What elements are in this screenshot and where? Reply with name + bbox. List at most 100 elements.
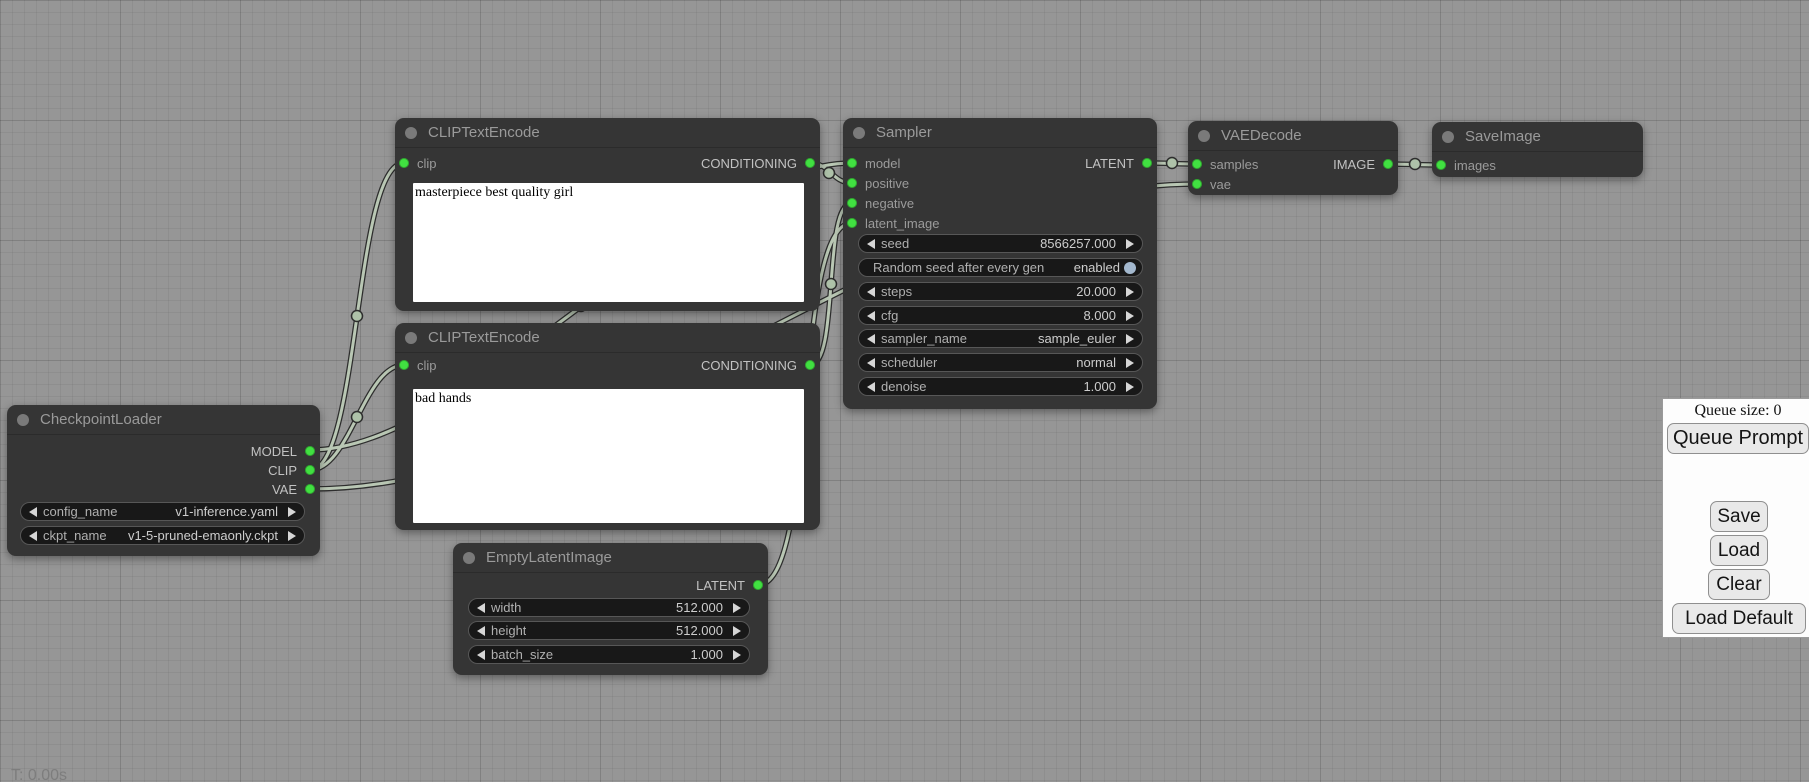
decrement-arrow-icon[interactable] — [867, 358, 875, 368]
increment-arrow-icon[interactable] — [1126, 358, 1134, 368]
node-checkpointloader[interactable]: CheckpointLoader MODEL CLIP VAE config_n… — [7, 405, 320, 556]
node-header[interactable]: CLIPTextEncode — [395, 323, 820, 353]
increment-arrow-icon[interactable] — [288, 507, 296, 517]
decrement-arrow-icon[interactable] — [867, 334, 875, 344]
widget-scheduler[interactable]: scheduler normal — [858, 353, 1143, 372]
clear-button[interactable]: Clear — [1708, 569, 1770, 600]
port-dot-icon[interactable] — [847, 158, 857, 168]
load-default-button[interactable]: Load Default — [1672, 603, 1806, 634]
widget-ckpt-name[interactable]: ckpt_name v1-5-pruned-emaonly.ckpt — [20, 526, 305, 545]
increment-arrow-icon[interactable] — [1126, 382, 1134, 392]
decrement-arrow-icon[interactable] — [867, 382, 875, 392]
increment-arrow-icon[interactable] — [733, 603, 741, 613]
input-port-samples[interactable]: samples — [1192, 155, 1258, 173]
output-port-model[interactable]: MODEL — [251, 442, 315, 460]
port-dot-icon[interactable] — [847, 198, 857, 208]
input-port-vae[interactable]: vae — [1192, 175, 1231, 193]
node-header[interactable]: CheckpointLoader — [7, 405, 320, 435]
output-port-image[interactable]: IMAGE — [1333, 155, 1393, 173]
prompt-textarea[interactable]: bad hands — [413, 389, 804, 523]
widget-denoise[interactable]: denoise 1.000 — [858, 377, 1143, 396]
port-dot-icon[interactable] — [753, 580, 763, 590]
port-dot-icon[interactable] — [847, 178, 857, 188]
node-header[interactable]: EmptyLatentImage — [453, 543, 768, 573]
increment-arrow-icon[interactable] — [1126, 287, 1134, 297]
widget-seed[interactable]: seed 8566257.000 — [858, 234, 1143, 253]
output-port-clip[interactable]: CLIP — [268, 461, 315, 479]
widget-random-seed-toggle[interactable]: Random seed after every gen enabled — [858, 258, 1143, 277]
increment-arrow-icon[interactable] — [733, 650, 741, 660]
increment-arrow-icon[interactable] — [1126, 239, 1134, 249]
input-port-clip[interactable]: clip — [399, 154, 437, 172]
collapse-dot-icon[interactable] — [1198, 130, 1210, 142]
decrement-arrow-icon[interactable] — [477, 650, 485, 660]
collapse-dot-icon[interactable] — [17, 414, 29, 426]
port-dot-icon[interactable] — [805, 360, 815, 370]
node-header[interactable]: SaveImage — [1432, 122, 1643, 152]
collapse-dot-icon[interactable] — [405, 127, 417, 139]
port-dot-icon[interactable] — [305, 446, 315, 456]
node-saveimage[interactable]: SaveImage images — [1432, 122, 1643, 177]
widget-width[interactable]: width 512.000 — [468, 598, 750, 617]
output-port-latent[interactable]: LATENT — [1085, 154, 1152, 172]
node-header[interactable]: CLIPTextEncode — [395, 118, 820, 148]
queue-prompt-button[interactable]: Queue Prompt — [1667, 423, 1809, 454]
increment-arrow-icon[interactable] — [1126, 334, 1134, 344]
input-port-model[interactable]: model — [847, 154, 900, 172]
increment-arrow-icon[interactable] — [733, 626, 741, 636]
port-dot-icon[interactable] — [805, 158, 815, 168]
widget-steps[interactable]: steps 20.000 — [858, 282, 1143, 301]
port-dot-icon[interactable] — [1192, 159, 1202, 169]
input-port-positive[interactable]: positive — [847, 174, 909, 192]
port-dot-icon[interactable] — [1192, 179, 1202, 189]
save-button[interactable]: Save — [1710, 501, 1768, 532]
collapse-dot-icon[interactable] — [1442, 131, 1454, 143]
widget-config-name[interactable]: config_name v1-inference.yaml — [20, 502, 305, 521]
input-label: positive — [865, 176, 909, 191]
increment-arrow-icon[interactable] — [288, 531, 296, 541]
input-port-images[interactable]: images — [1436, 156, 1496, 174]
collapse-dot-icon[interactable] — [405, 332, 417, 344]
port-dot-icon[interactable] — [399, 360, 409, 370]
input-port-negative[interactable]: negative — [847, 194, 914, 212]
node-title: SaveImage — [1465, 128, 1541, 145]
collapse-dot-icon[interactable] — [463, 552, 475, 564]
decrement-arrow-icon[interactable] — [867, 287, 875, 297]
output-port-conditioning[interactable]: CONDITIONING — [701, 154, 815, 172]
load-button[interactable]: Load — [1710, 535, 1768, 566]
port-dot-icon[interactable] — [305, 465, 315, 475]
input-port-latent-image[interactable]: latent_image — [847, 214, 939, 232]
node-header[interactable]: Sampler — [843, 118, 1157, 148]
port-dot-icon[interactable] — [399, 158, 409, 168]
widget-sampler-name[interactable]: sampler_name sample_euler — [858, 329, 1143, 348]
port-dot-icon[interactable] — [305, 484, 315, 494]
node-cliptextencode-positive[interactable]: CLIPTextEncode clip CONDITIONING masterp… — [395, 118, 820, 311]
output-port-conditioning[interactable]: CONDITIONING — [701, 356, 815, 374]
decrement-arrow-icon[interactable] — [867, 311, 875, 321]
output-port-latent[interactable]: LATENT — [696, 576, 763, 594]
node-sampler[interactable]: Sampler model positive negative latent_i… — [843, 118, 1157, 409]
decrement-arrow-icon[interactable] — [867, 239, 875, 249]
node-vaedecode[interactable]: VAEDecode samples vae IMAGE — [1188, 121, 1398, 195]
input-port-clip[interactable]: clip — [399, 356, 437, 374]
node-header[interactable]: VAEDecode — [1188, 121, 1398, 151]
port-dot-icon[interactable] — [847, 218, 857, 228]
decrement-arrow-icon[interactable] — [29, 531, 37, 541]
widget-cfg[interactable]: cfg 8.000 — [858, 306, 1143, 325]
port-dot-icon[interactable] — [1436, 160, 1446, 170]
node-cliptextencode-negative[interactable]: CLIPTextEncode clip CONDITIONING bad han… — [395, 323, 820, 530]
output-port-vae[interactable]: VAE — [272, 480, 315, 498]
prompt-textarea[interactable]: masterpiece best quality girl — [413, 183, 804, 302]
collapse-dot-icon[interactable] — [853, 127, 865, 139]
decrement-arrow-icon[interactable] — [477, 626, 485, 636]
decrement-arrow-icon[interactable] — [477, 603, 485, 613]
port-dot-icon[interactable] — [1383, 159, 1393, 169]
increment-arrow-icon[interactable] — [1126, 311, 1134, 321]
decrement-arrow-icon[interactable] — [29, 507, 37, 517]
execution-time-label: T: 0.00s — [11, 767, 67, 782]
widget-batch-size[interactable]: batch_size 1.000 — [468, 645, 750, 664]
toggle-dot-icon[interactable] — [1124, 262, 1136, 274]
node-emptylatentimage[interactable]: EmptyLatentImage LATENT width 512.000 he… — [453, 543, 768, 675]
widget-height[interactable]: height 512.000 — [468, 621, 750, 640]
port-dot-icon[interactable] — [1142, 158, 1152, 168]
